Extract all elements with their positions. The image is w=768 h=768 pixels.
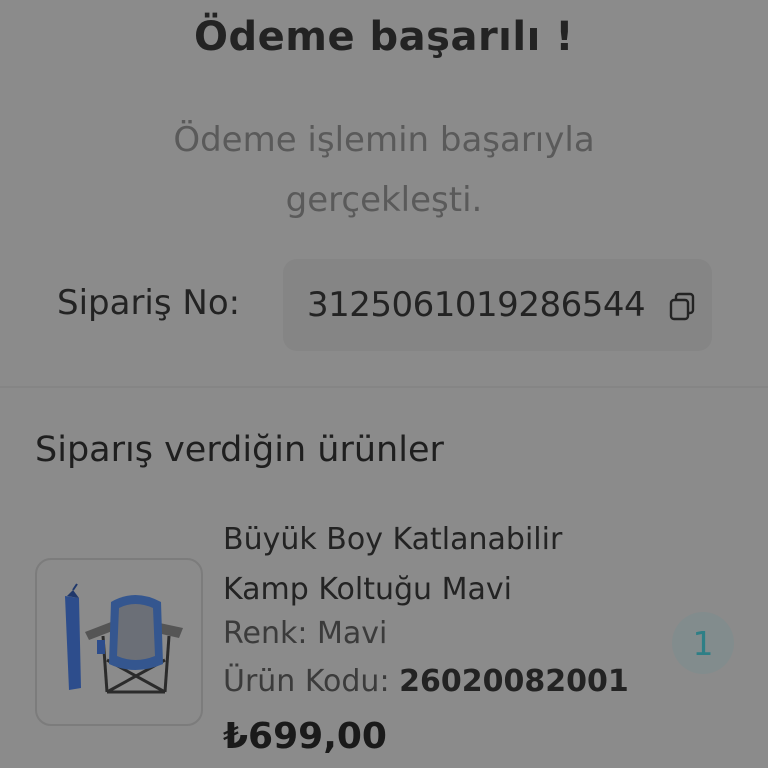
product-code: Ürün Kodu: 26020082001	[223, 664, 629, 699]
payment-success-screen: Ödeme başarılı ! Ödeme işlemin başarıyla…	[0, 0, 768, 768]
payment-summary-card: Ödeme başarılı ! Ödeme işlemin başarıyla…	[0, 0, 768, 386]
ordered-items-title: Siparış verdiğin ürünler	[35, 430, 444, 470]
product-code-value: 26020082001	[399, 664, 629, 699]
page-title: Ödeme başarılı !	[194, 14, 574, 60]
product-thumbnail[interactable]	[35, 558, 203, 726]
product-name[interactable]: Büyük Boy Katlanabilir Kamp Koltuğu Mavi	[223, 515, 643, 615]
product-variant: Renk: Mavi	[223, 616, 388, 651]
order-number-label: Sipariş No:	[57, 283, 241, 323]
order-number-value: 3125061019286544	[307, 285, 646, 325]
camping-chair-image	[65, 583, 183, 694]
success-message: Ödeme işlemin başarıyla gerçekleşti.	[173, 120, 595, 220]
product-price: ₺699,00	[223, 716, 387, 757]
copy-icon[interactable]	[666, 290, 698, 322]
quantity-badge: 1	[672, 612, 734, 674]
order-number-box[interactable]: 3125061019286544	[283, 259, 712, 351]
product-code-label: Ürün Kodu:	[223, 664, 390, 699]
